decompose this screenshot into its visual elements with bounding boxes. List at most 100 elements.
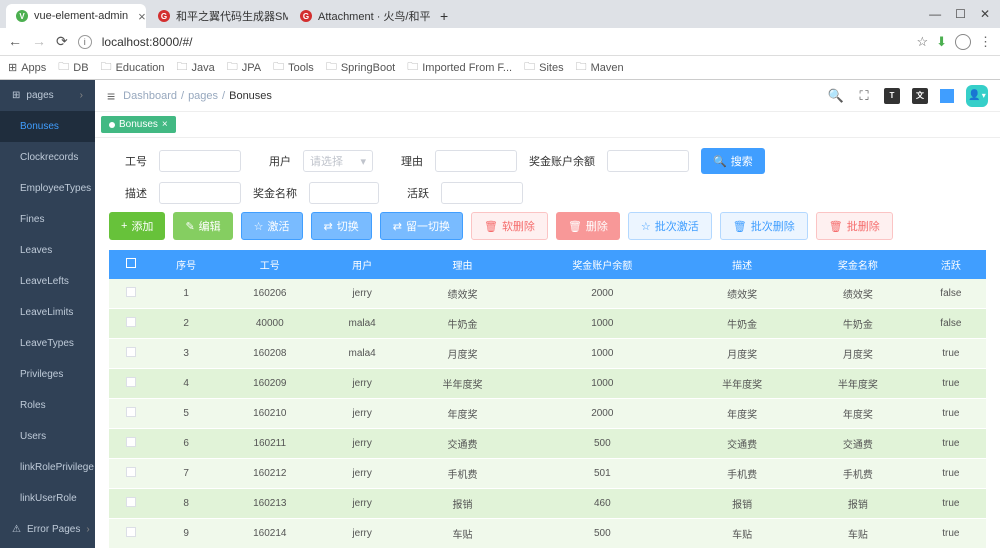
select-yonghu[interactable]: 请选择▾ xyxy=(303,150,373,172)
bookmark-folder[interactable]: 🗀JPA xyxy=(227,58,261,77)
sidebar-item-leavelimits[interactable]: LeaveLimits xyxy=(0,297,95,328)
table-row[interactable]: 1160206jerry绩效奖2000绩效奖绩效奖false xyxy=(109,279,986,309)
cell-reason: 年度奖 xyxy=(405,399,521,429)
sidebar-item-leavetypes[interactable]: LeaveTypes xyxy=(0,328,95,359)
cell-desc: 年度奖 xyxy=(684,399,800,429)
browser-tab[interactable]: G Attachment · 火鸟/和平之... × xyxy=(290,4,430,28)
table-row[interactable]: 5160210jerry年度奖2000年度奖年度奖true xyxy=(109,399,986,429)
row-checkbox[interactable] xyxy=(126,377,136,387)
input-huoyue[interactable] xyxy=(441,182,523,204)
sidebar-item-employeetypes[interactable]: EmployeeTypes xyxy=(0,173,95,204)
sidebar-item-users[interactable]: Users xyxy=(0,421,95,452)
sidebar-item-fines[interactable]: Fines xyxy=(0,204,95,235)
sidebar-item-bonuses[interactable]: Bonuses xyxy=(0,111,95,142)
sidebar-error-pages[interactable]: ⚠ Error Pages xyxy=(0,514,95,545)
search-button[interactable]: 🔍 搜索 xyxy=(701,148,765,174)
reload-icon[interactable]: ⟳ xyxy=(56,33,68,50)
input-miaoshu[interactable] xyxy=(159,182,241,204)
table-row[interactable]: 8160213jerry报销460报销报销true xyxy=(109,489,986,519)
batch-soft-delete-button[interactable]: 🗑 批删除 xyxy=(816,212,893,240)
input-jiangjin[interactable] xyxy=(309,182,379,204)
cell-balance: 2000 xyxy=(520,399,684,429)
toggle-button[interactable]: ⇄ 切换 xyxy=(311,212,372,240)
crumb-pages[interactable]: pages xyxy=(188,90,218,102)
bookmark-folder[interactable]: 🗀Education xyxy=(101,58,165,77)
window-close-icon[interactable]: ✕ xyxy=(980,7,990,21)
fontsize-icon[interactable]: T xyxy=(884,88,900,104)
crumb-dashboard[interactable]: Dashboard xyxy=(123,90,177,102)
tab-close-icon[interactable]: × xyxy=(138,9,146,24)
soft-delete-button[interactable]: 🗑 软删除 xyxy=(471,212,548,240)
view-tag-bonuses[interactable]: Bonuses × xyxy=(101,116,176,133)
label-yonghu: 用户 xyxy=(253,153,291,169)
bookmark-folder[interactable]: 🗀SpringBoot xyxy=(326,58,395,77)
cell-index: 4 xyxy=(152,369,220,399)
input-balance[interactable] xyxy=(607,150,689,172)
row-checkbox[interactable] xyxy=(126,527,136,537)
add-button[interactable]: + 添加 xyxy=(109,212,165,240)
menu-icon[interactable]: ⋮ xyxy=(979,34,992,50)
bookmark-folder[interactable]: 🗀Sites xyxy=(524,58,563,77)
bookmark-folder[interactable]: 🗀Java xyxy=(177,58,215,77)
site-info-icon[interactable]: i xyxy=(78,35,92,49)
row-checkbox[interactable] xyxy=(126,407,136,417)
table-row[interactable]: 3160208mala4月度奖1000月度奖月度奖true xyxy=(109,339,986,369)
forward-icon[interactable]: → xyxy=(32,33,46,50)
bookmark-folder[interactable]: 🗀Imported From F... xyxy=(407,58,512,77)
bookmark-folder[interactable]: 🗀Tools xyxy=(273,58,314,77)
sidebar-item-leaves[interactable]: Leaves xyxy=(0,235,95,266)
fullscreen-icon[interactable]: ⛶ xyxy=(856,88,872,104)
tag-close-icon[interactable]: × xyxy=(162,119,168,130)
sidebar-item-leavelefts[interactable]: LeaveLefts xyxy=(0,266,95,297)
toggle-rest-button[interactable]: ⇄ 留一切换 xyxy=(380,212,463,240)
table-row[interactable]: 4160209jerry半年度奖1000半年度奖半年度奖true xyxy=(109,369,986,399)
row-checkbox[interactable] xyxy=(126,467,136,477)
table-row[interactable]: 6160211jerry交通费500交通费交通费true xyxy=(109,429,986,459)
language-icon[interactable]: 文 xyxy=(912,88,928,104)
window-maximize-icon[interactable]: ☐ xyxy=(955,7,966,21)
table-row[interactable]: 7160212jerry手机费501手机费手机费true xyxy=(109,459,986,489)
sidebar-item-roles[interactable]: Roles xyxy=(0,390,95,421)
browser-tab[interactable]: G 和平之翼代码生成器SME... × xyxy=(148,4,288,28)
search-icon[interactable]: 🔍 xyxy=(828,88,844,104)
table-row[interactable]: 9160214jerry车贴500车贴车贴true xyxy=(109,519,986,548)
url-text[interactable]: localhost:8000/#/ xyxy=(102,35,907,49)
checkbox-all[interactable] xyxy=(126,258,136,268)
breadcrumb: Dashboard / pages / Bonuses xyxy=(123,90,272,102)
new-tab-button[interactable]: + xyxy=(432,4,456,28)
input-liyou[interactable] xyxy=(435,150,517,172)
row-checkbox[interactable] xyxy=(126,497,136,507)
batch-activate-button[interactable]: ☆ 批次激活 xyxy=(628,212,712,240)
cell-user: jerry xyxy=(320,459,405,489)
sidebar-item-privileges[interactable]: Privileges xyxy=(0,359,95,390)
table-row[interactable]: 240000mala4牛奶金1000牛奶金牛奶金false xyxy=(109,309,986,339)
cell-desc: 手机费 xyxy=(684,459,800,489)
row-checkbox[interactable] xyxy=(126,317,136,327)
row-checkbox[interactable] xyxy=(126,347,136,357)
hamburger-icon[interactable]: ≡ xyxy=(107,88,115,104)
profile-icon[interactable] xyxy=(955,34,971,50)
bookmark-folder[interactable]: 🗀DB xyxy=(58,58,88,77)
theme-icon[interactable] xyxy=(940,89,954,103)
row-checkbox[interactable] xyxy=(126,437,136,447)
edit-button[interactable]: ✎ 编辑 xyxy=(173,212,232,240)
avatar[interactable]: 👤▾ xyxy=(966,85,988,107)
cell-reason: 月度奖 xyxy=(405,339,521,369)
bookmark-folder[interactable]: 🗀Maven xyxy=(576,58,624,77)
back-icon[interactable]: ← xyxy=(8,33,22,50)
apps-shortcut[interactable]: ⊞ Apps xyxy=(8,61,46,74)
batch-delete-button[interactable]: 🗑 批次删除 xyxy=(720,212,808,240)
star-icon[interactable]: ☆ xyxy=(916,34,928,50)
row-checkbox[interactable] xyxy=(126,287,136,297)
extension-icon[interactable]: ⬇ xyxy=(936,34,947,50)
activate-button[interactable]: ☆ 激活 xyxy=(241,212,303,240)
sidebar-item-linkroleprivilege[interactable]: linkRolePrivilege xyxy=(0,452,95,483)
window-minimize-icon[interactable]: — xyxy=(929,7,941,21)
browser-tab[interactable]: V vue-element-admin × xyxy=(6,4,146,28)
crumb-bonuses: Bonuses xyxy=(229,90,272,102)
input-gonghao[interactable] xyxy=(159,150,241,172)
sidebar-item-clockrecords[interactable]: Clockrecords xyxy=(0,142,95,173)
sidebar-root-pages[interactable]: ⊞ pages xyxy=(0,80,95,111)
delete-button[interactable]: 🗑 删除 xyxy=(556,212,620,240)
sidebar-item-linkuserrole[interactable]: linkUserRole xyxy=(0,483,95,514)
